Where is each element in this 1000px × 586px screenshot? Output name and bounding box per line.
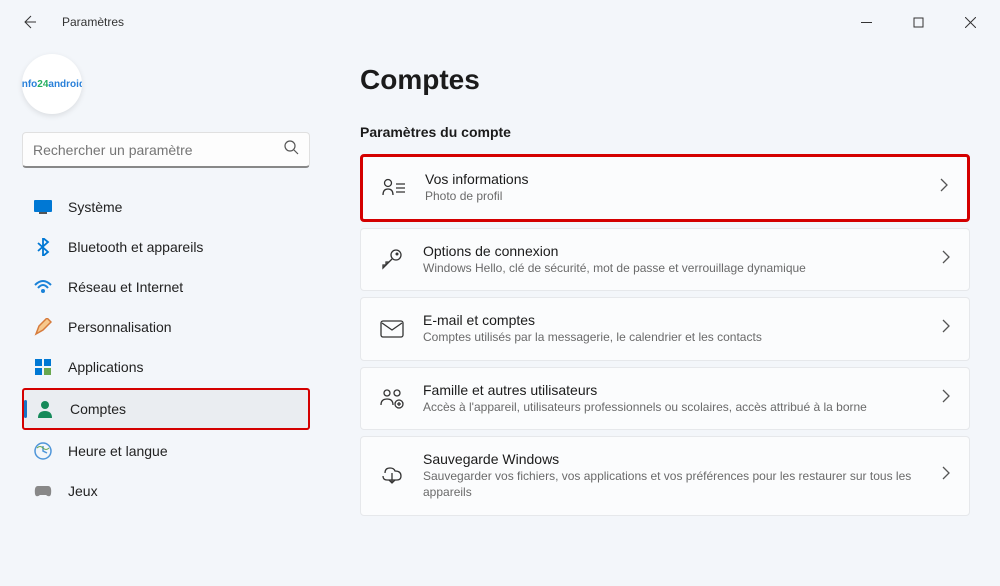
card-title: E-mail et comptes (423, 312, 923, 328)
sidebar-item-time[interactable]: Heure et langue (22, 432, 310, 470)
main-content: Comptes Paramètres du compte Vos informa… (325, 44, 1000, 586)
card-body: Options de connexion Windows Hello, clé … (423, 243, 923, 277)
back-button[interactable] (20, 13, 38, 31)
avatar[interactable]: Info24android (22, 54, 82, 114)
sidebar-item-label: Jeux (68, 483, 98, 499)
sidebar-nav: Système Bluetooth et appareils Réseau et… (22, 188, 310, 510)
search-input[interactable] (33, 142, 283, 158)
window-title: Paramètres (62, 15, 124, 29)
card-title: Sauvegarde Windows (423, 451, 923, 467)
chevron-right-icon (941, 389, 951, 408)
chevron-right-icon (941, 250, 951, 269)
card-backup[interactable]: Sauvegarde Windows Sauvegarder vos fichi… (360, 436, 970, 515)
chevron-right-icon (939, 178, 949, 197)
card-desc: Photo de profil (425, 189, 921, 205)
sidebar-item-label: Personnalisation (68, 319, 172, 335)
card-desc: Sauvegarder vos fichiers, vos applicatio… (423, 469, 923, 500)
card-family[interactable]: Famille et autres utilisateurs Accès à l… (360, 367, 970, 431)
sidebar-item-system[interactable]: Système (22, 188, 310, 226)
sidebar: Info24android Système Bluetooth et appar… (0, 44, 325, 586)
card-body: Vos informations Photo de profil (425, 171, 921, 205)
chevron-right-icon (941, 319, 951, 338)
network-icon (34, 278, 52, 296)
card-title: Famille et autres utilisateurs (423, 382, 923, 398)
search-box[interactable] (22, 132, 310, 168)
card-title: Vos informations (425, 171, 921, 187)
system-icon (34, 198, 52, 216)
gaming-icon (34, 482, 52, 500)
sidebar-item-accounts[interactable]: Comptes (22, 388, 310, 430)
close-button[interactable] (948, 6, 992, 38)
card-desc: Accès à l'appareil, utilisateurs profess… (423, 400, 923, 416)
card-email-accounts[interactable]: E-mail et comptes Comptes utilisés par l… (360, 297, 970, 361)
sidebar-item-label: Système (68, 199, 122, 215)
titlebar-left: Paramètres (8, 13, 124, 31)
family-icon (379, 386, 405, 412)
key-icon (379, 246, 405, 272)
section-title: Paramètres du compte (360, 124, 970, 140)
maximize-button[interactable] (896, 6, 940, 38)
card-body: E-mail et comptes Comptes utilisés par l… (423, 312, 923, 346)
sidebar-item-label: Heure et langue (68, 443, 168, 459)
bluetooth-icon (34, 238, 52, 256)
sidebar-item-label: Comptes (70, 401, 126, 417)
card-body: Famille et autres utilisateurs Accès à l… (423, 382, 923, 416)
sidebar-item-network[interactable]: Réseau et Internet (22, 268, 310, 306)
person-list-icon (381, 175, 407, 201)
card-signin-options[interactable]: Options de connexion Windows Hello, clé … (360, 228, 970, 292)
window-controls (844, 6, 992, 38)
chevron-right-icon (941, 466, 951, 485)
avatar-logo: Info24android (22, 79, 82, 90)
personalization-icon (34, 318, 52, 336)
sidebar-item-bluetooth[interactable]: Bluetooth et appareils (22, 228, 310, 266)
card-body: Sauvegarde Windows Sauvegarder vos fichi… (423, 451, 923, 500)
card-desc: Comptes utilisés par la messagerie, le c… (423, 330, 923, 346)
card-title: Options de connexion (423, 243, 923, 259)
minimize-button[interactable] (844, 6, 888, 38)
titlebar: Paramètres (0, 0, 1000, 44)
email-icon (379, 316, 405, 342)
accounts-icon (36, 400, 54, 418)
sidebar-item-label: Applications (68, 359, 144, 375)
sidebar-item-apps[interactable]: Applications (22, 348, 310, 386)
card-your-info[interactable]: Vos informations Photo de profil (360, 154, 970, 222)
page-title: Comptes (360, 64, 970, 96)
card-desc: Windows Hello, clé de sécurité, mot de p… (423, 261, 923, 277)
sidebar-item-label: Réseau et Internet (68, 279, 183, 295)
sidebar-item-label: Bluetooth et appareils (68, 239, 203, 255)
backup-icon (379, 463, 405, 489)
search-icon (283, 139, 299, 160)
apps-icon (34, 358, 52, 376)
sidebar-item-personalization[interactable]: Personnalisation (22, 308, 310, 346)
time-icon (34, 442, 52, 460)
sidebar-item-gaming[interactable]: Jeux (22, 472, 310, 510)
